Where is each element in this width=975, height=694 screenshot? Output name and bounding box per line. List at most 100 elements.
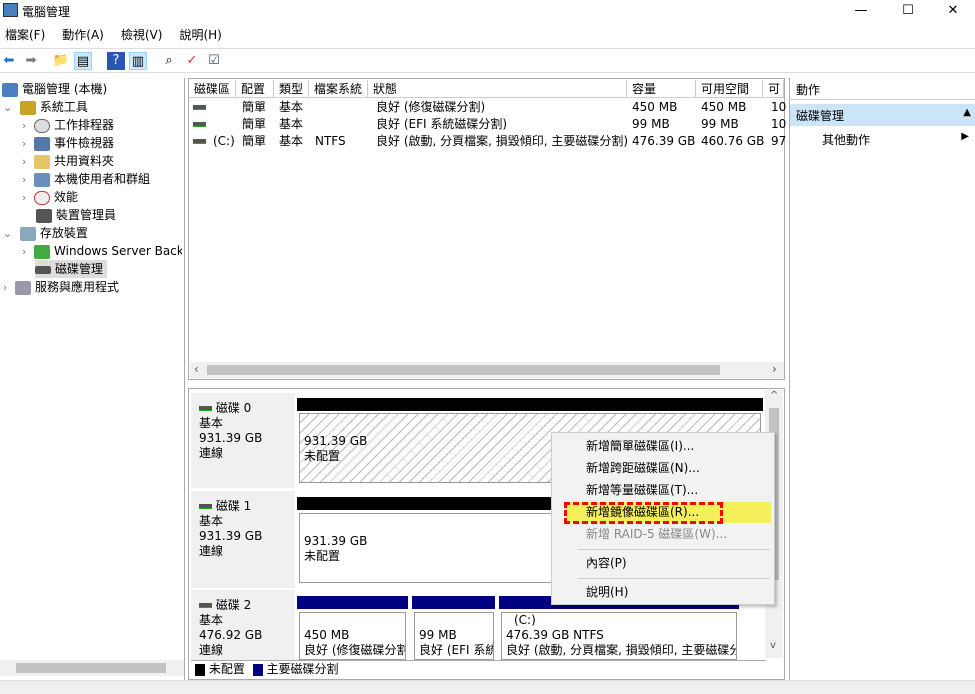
tree-system-tools[interactable]: ⌄ 系統工具: [3, 98, 88, 116]
table-row[interactable]: 簡單 基本 良好 (修復磁碟分割) 450 MB 450 MB 10: [189, 99, 786, 116]
context-menu: 新增簡單磁碟區(I)... 新增跨距磁碟區(N)... 新增等量磁碟區(T)..…: [551, 432, 775, 605]
tree-performance[interactable]: › 效能: [22, 188, 78, 206]
chevron-down-icon[interactable]: ⌄: [3, 227, 12, 240]
menu-new-mirrored-volume[interactable]: 新增鏡像磁碟區(R)...: [586, 502, 699, 522]
minimize-button[interactable]: —: [838, 0, 884, 22]
window-title: 電腦管理: [22, 5, 71, 19]
tree-disk-management[interactable]: 磁碟管理: [35, 260, 108, 278]
chevron-right-icon[interactable]: ›: [3, 281, 7, 294]
menu-bar: 檔案(F) 動作(A) 檢視(V) 說明(H): [0, 26, 234, 46]
services-icon: [15, 280, 32, 295]
unallocated-swatch: [195, 663, 205, 676]
menu-new-raid5-volume: 新增 RAID-5 磁碟區(W)...: [586, 527, 728, 541]
scroll-up-icon[interactable]: ^: [770, 390, 778, 401]
actions-section-disk-management[interactable]: 磁碟管理 ▲: [790, 104, 975, 126]
menu-new-spanned-volume[interactable]: 新增跨距磁碟區(N)...: [586, 458, 700, 478]
chevron-right-icon[interactable]: ›: [22, 173, 26, 186]
scroll-right-icon[interactable]: ›: [772, 362, 777, 376]
disk-2-c-partition[interactable]: (C:) 476.39 GB NTFS 良好 (啟動, 分頁檔案, 損毀傾印, 主要…: [501, 612, 737, 660]
collapse-icon[interactable]: ▲: [963, 107, 971, 118]
chevron-right-icon[interactable]: ›: [22, 191, 26, 204]
tree-storage[interactable]: ⌄ 存放裝置: [3, 224, 88, 242]
check-document-icon[interactable]: ✓: [183, 52, 201, 70]
device-manager-icon: [36, 208, 52, 223]
col-free-space[interactable]: 可用空間: [696, 80, 763, 98]
disk-2-label[interactable]: 磁碟 2 基本 476.92 GB 連線: [191, 590, 295, 660]
disk-2-recovery-partition[interactable]: 450 MB 良好 (修復磁碟分割): [299, 612, 406, 660]
back-icon[interactable]: ⬅: [0, 52, 18, 70]
tools-icon: [19, 100, 36, 115]
disk-2-efi-partition[interactable]: 99 MB良好 (EFI 系統磁碟分割): [414, 612, 494, 660]
clock-icon: [34, 118, 51, 133]
chevron-down-icon[interactable]: ⌄: [3, 101, 12, 114]
col-filesystem[interactable]: 檔案系統: [309, 80, 368, 98]
col-percent-free[interactable]: 可: [763, 80, 784, 98]
connect-drive-icon[interactable]: ⌕: [160, 52, 178, 70]
col-capacity[interactable]: 容量: [627, 80, 696, 98]
menu-new-simple-volume[interactable]: 新增簡單磁碟區(I)...: [586, 436, 694, 456]
show-hide-tree-icon[interactable]: ▤: [74, 52, 92, 70]
computer-management-icon: [3, 3, 18, 17]
performance-icon: [34, 190, 51, 205]
close-button[interactable]: ✕: [930, 0, 975, 22]
menu-separator: [578, 578, 770, 579]
col-status[interactable]: 狀態: [368, 80, 627, 98]
chevron-right-icon[interactable]: ›: [22, 119, 26, 132]
forward-icon[interactable]: ➡: [22, 52, 40, 70]
scroll-down-icon[interactable]: v: [770, 640, 776, 651]
disk-1-label[interactable]: 磁碟 1 基本 931.39 GB 連線: [191, 491, 295, 588]
table-row[interactable]: 簡單 基本 良好 (EFI 系統磁碟分割) 99 MB 99 MB 10: [189, 116, 786, 133]
tree-event-viewer[interactable]: › 事件檢視器: [22, 134, 114, 152]
menu-action[interactable]: 動作(A): [62, 28, 104, 42]
checklist-icon[interactable]: ☑: [205, 52, 223, 70]
tree-windows-server-backup[interactable]: › Windows Server Backup: [22, 242, 182, 260]
up-folder-icon[interactable]: 📁: [52, 52, 70, 70]
backup-icon: [34, 244, 51, 259]
disk-0-label[interactable]: 磁碟 0 基本 931.39 GB 連線: [191, 393, 295, 488]
show-hide-action-pane-icon[interactable]: ▥: [129, 52, 147, 70]
actions-pane: 動作 磁碟管理 ▲ 其他動作 ▶: [789, 78, 975, 680]
title-bar: 電腦管理 — ☐ ✕: [0, 0, 975, 22]
chevron-right-icon[interactable]: ›: [22, 155, 26, 168]
chevron-right-icon[interactable]: ›: [22, 245, 26, 258]
scroll-left-icon[interactable]: ‹: [194, 362, 199, 376]
maximize-button[interactable]: ☐: [885, 0, 931, 22]
col-type[interactable]: 類型: [274, 80, 309, 98]
col-layout[interactable]: 配置: [236, 80, 274, 98]
primary-partition-bar: [412, 596, 495, 609]
storage-icon: [19, 226, 36, 241]
menu-help[interactable]: 說明(H): [586, 582, 628, 602]
legend: 未配置 主要磁碟分割: [191, 660, 766, 678]
tree-task-scheduler[interactable]: › 工作排程器: [22, 116, 114, 134]
menu-new-striped-volume[interactable]: 新增等量磁碟區(T)...: [586, 480, 698, 500]
tree-root[interactable]: 電腦管理 (本機): [2, 80, 107, 98]
volume-icon: [193, 139, 206, 144]
actions-header: 動作: [790, 78, 975, 100]
shared-folder-icon: [34, 154, 51, 169]
navigation-tree: 電腦管理 (本機) ⌄ 系統工具 › 工作排程器 › 事件檢視器 › 共用資料夾…: [0, 78, 185, 680]
disk-icon: [199, 603, 212, 608]
tree-local-users[interactable]: › 本機使用者和群組: [22, 170, 150, 188]
scroll-thumb[interactable]: [207, 365, 720, 375]
tree-device-manager[interactable]: 裝置管理員: [36, 206, 116, 224]
help-icon[interactable]: ?: [107, 52, 125, 70]
volume-list-horizontal-scrollbar[interactable]: ‹ ›: [190, 362, 784, 378]
unallocated-bar: [297, 398, 763, 411]
col-volume[interactable]: 磁碟區: [189, 80, 236, 98]
computer-icon: [2, 82, 18, 97]
table-row[interactable]: (C:) 簡單 基本 NTFS 良好 (啟動, 分頁檔案, 損毀傾印, 主要磁碟分割) 4…: [189, 133, 786, 150]
menu-view[interactable]: 檢視(V): [121, 28, 163, 42]
chevron-right-icon[interactable]: ›: [22, 137, 26, 150]
tree-services-apps[interactable]: › 服務與應用程式: [3, 278, 119, 296]
disk-icon: [199, 406, 212, 411]
volume-list: 磁碟區 配置 類型 檔案系統 狀態 容量 可用空間 可 簡單 基本 良好 (修復磁碟…: [188, 78, 786, 380]
tree-shared-folders[interactable]: › 共用資料夾: [22, 152, 114, 170]
tree-horizontal-scrollbar[interactable]: [0, 660, 184, 676]
menu-properties[interactable]: 內容(P): [586, 553, 627, 573]
volume-icon: [193, 105, 206, 110]
primary-swatch: [252, 663, 263, 676]
menu-help[interactable]: 說明(H): [179, 28, 221, 42]
actions-more[interactable]: 其他動作 ▶: [790, 129, 975, 149]
event-viewer-icon: [34, 136, 51, 151]
menu-file[interactable]: 檔案(F): [5, 28, 45, 42]
